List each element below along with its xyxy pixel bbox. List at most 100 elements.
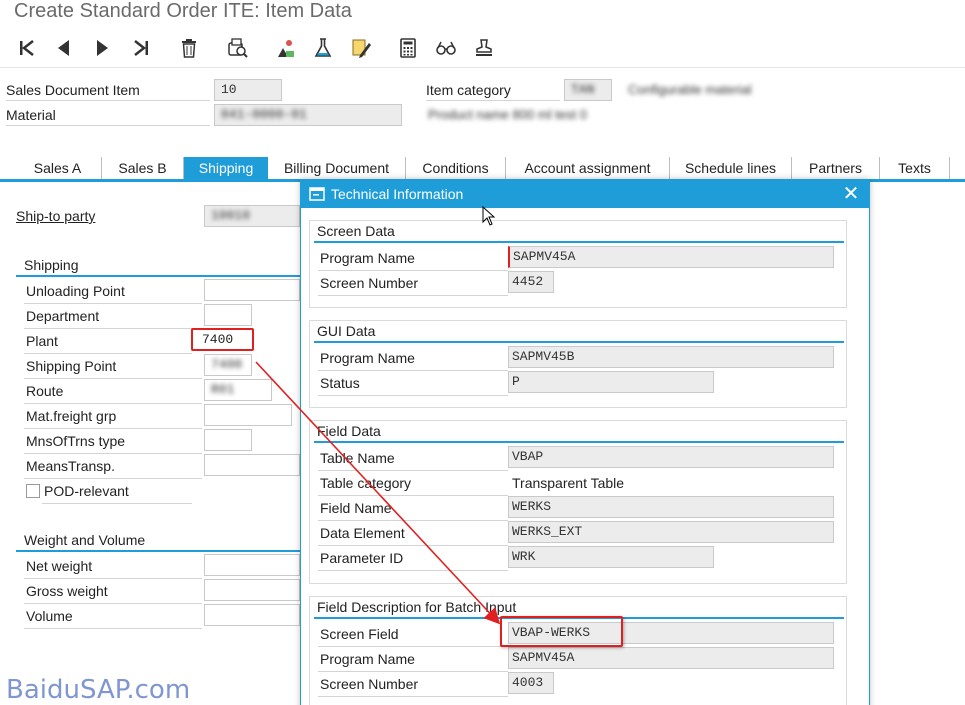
route-label: Route xyxy=(24,379,202,404)
material-label: Material xyxy=(6,104,210,126)
unloading-point-input[interactable] xyxy=(204,279,300,301)
previous-item-icon[interactable] xyxy=(51,34,77,62)
flask-icon[interactable] xyxy=(310,34,336,62)
gui-data-program-name-label: Program Name xyxy=(318,346,508,371)
batch-program-name-label: Program Name xyxy=(318,647,508,672)
means-of-transport-type-input[interactable] xyxy=(204,429,252,451)
configuration-icon[interactable] xyxy=(272,34,298,62)
sales-document-item-field[interactable]: 10 xyxy=(214,79,282,101)
item-category-label: Item category xyxy=(426,79,560,101)
pod-relevant-checkbox[interactable] xyxy=(26,484,40,498)
department-label: Department xyxy=(24,304,202,329)
screen-field-label: Screen Field xyxy=(318,622,508,647)
plant-highlight-box xyxy=(191,328,254,351)
application-toolbar xyxy=(0,28,965,68)
gui-data-status-label: Status xyxy=(318,371,508,396)
weight-volume-section-title: Weight and Volume xyxy=(24,532,146,548)
gross-weight-label: Gross weight xyxy=(24,579,202,604)
gross-weight-input[interactable] xyxy=(204,579,300,601)
first-item-icon[interactable] xyxy=(14,34,40,62)
tab-texts[interactable]: Texts xyxy=(880,157,950,179)
table-name-label: Table Name xyxy=(318,446,508,471)
dialog-title-bar[interactable]: Technical Information xyxy=(301,180,869,208)
item-category-value: TAN xyxy=(571,82,595,97)
unloading-point-label: Unloading Point xyxy=(24,279,202,304)
calculator-icon[interactable] xyxy=(395,34,421,62)
screen-data-screen-number-field[interactable]: 4452 xyxy=(508,271,554,293)
volume-label: Volume xyxy=(24,604,202,629)
ship-to-party-field[interactable]: 10010 xyxy=(204,205,300,227)
means-of-transport-type-label: MnsOfTrns type xyxy=(24,429,202,454)
shipping-section-title: Shipping xyxy=(24,257,79,273)
item-category-field[interactable]: TAN xyxy=(564,79,612,101)
tab-account-assignment[interactable]: Account assignment xyxy=(506,157,670,179)
tab-sales-a[interactable]: Sales A xyxy=(14,157,102,179)
means-of-transport-input[interactable] xyxy=(204,454,300,476)
shipping-point-value: 7400 xyxy=(211,357,243,372)
shipping-point-label: Shipping Point xyxy=(24,354,202,379)
parameter-id-label: Parameter ID xyxy=(318,546,508,571)
field-data-group: Field Data Table Name VBAP Table categor… xyxy=(309,420,847,584)
stamp-icon[interactable] xyxy=(471,34,497,62)
means-of-transport-label: MeansTransp. xyxy=(24,454,202,479)
field-name-field[interactable]: WERKS xyxy=(508,496,834,518)
field-name-label: Field Name xyxy=(318,496,508,521)
screen-data-program-name-label: Program Name xyxy=(318,246,508,271)
gui-data-heading: GUI Data xyxy=(317,323,376,339)
table-category-label: Table category xyxy=(318,471,508,496)
screen-data-program-name-field[interactable]: SAPMV45A xyxy=(508,246,834,268)
ship-to-party-value: 10010 xyxy=(211,208,251,223)
close-icon[interactable]: ✕ xyxy=(841,184,861,204)
volume-input[interactable] xyxy=(204,604,300,626)
next-item-icon[interactable] xyxy=(89,34,115,62)
batch-screen-number-field[interactable]: 4003 xyxy=(508,672,554,694)
batch-input-group: Field Description for Batch Input Screen… xyxy=(309,596,847,705)
gui-data-status-field[interactable]: P xyxy=(508,371,714,393)
net-weight-input[interactable] xyxy=(204,554,300,576)
delete-icon[interactable] xyxy=(176,34,202,62)
plant-label: Plant xyxy=(24,329,192,354)
print-preview-icon[interactable] xyxy=(224,34,250,62)
net-weight-label: Net weight xyxy=(24,554,202,579)
parameter-id-field[interactable]: WRK xyxy=(508,546,714,568)
screen-data-group: Screen Data Program Name SAPMV45A Screen… xyxy=(309,220,847,308)
material-freight-group-label: Mat.freight grp xyxy=(24,404,202,429)
tab-conditions[interactable]: Conditions xyxy=(406,157,506,179)
material-value: 041-0000-01 xyxy=(221,107,307,122)
gui-data-group: GUI Data Program Name SAPMV45B Status P xyxy=(309,320,847,408)
screen-field-highlight-box xyxy=(500,616,623,647)
item-category-description: Configurable material xyxy=(628,82,752,97)
shipping-point-input[interactable]: 7400 xyxy=(204,354,252,376)
data-element-field[interactable]: WERKS_EXT xyxy=(508,521,834,543)
dialog-title: Technical Information xyxy=(331,186,464,202)
data-element-label: Data Element xyxy=(318,521,508,546)
display-glasses-icon[interactable] xyxy=(433,34,459,62)
batch-input-heading: Field Description for Batch Input xyxy=(317,599,517,615)
batch-screen-number-label: Screen Number xyxy=(318,672,508,697)
gui-data-program-name-field[interactable]: SAPMV45B xyxy=(508,346,834,368)
table-name-field[interactable]: VBAP xyxy=(508,446,834,468)
weight-volume-section-line xyxy=(16,550,300,552)
material-field[interactable]: 041-0000-01 xyxy=(214,104,402,126)
batch-program-name-field[interactable]: SAPMV45A xyxy=(508,647,834,669)
pod-relevant-label: POD-relevant xyxy=(42,479,192,504)
tab-shipping[interactable]: Shipping xyxy=(184,157,268,179)
field-data-heading: Field Data xyxy=(317,423,381,439)
tab-sales-b[interactable]: Sales B xyxy=(102,157,184,179)
route-value: R01 xyxy=(211,382,235,397)
tab-schedule-lines[interactable]: Schedule lines xyxy=(670,157,792,179)
ship-to-party-label[interactable]: Ship-to party xyxy=(16,206,95,226)
table-category-value: Transparent Table xyxy=(512,475,625,491)
screen-data-screen-number-label: Screen Number xyxy=(318,271,508,296)
route-input[interactable]: R01 xyxy=(204,379,272,401)
screen-data-line xyxy=(314,241,844,243)
department-input[interactable] xyxy=(204,304,252,326)
sales-document-item-label: Sales Document Item xyxy=(6,79,210,101)
window-title: Create Standard Order ITE: Item Data xyxy=(14,0,352,22)
material-freight-group-input[interactable] xyxy=(204,404,292,426)
last-item-icon[interactable] xyxy=(128,34,154,62)
material-description: Product name 800 ml test 0 xyxy=(428,107,587,122)
tab-billing-document[interactable]: Billing Document xyxy=(268,157,406,179)
edit-text-icon[interactable] xyxy=(348,34,374,62)
tab-partners[interactable]: Partners xyxy=(792,157,880,179)
